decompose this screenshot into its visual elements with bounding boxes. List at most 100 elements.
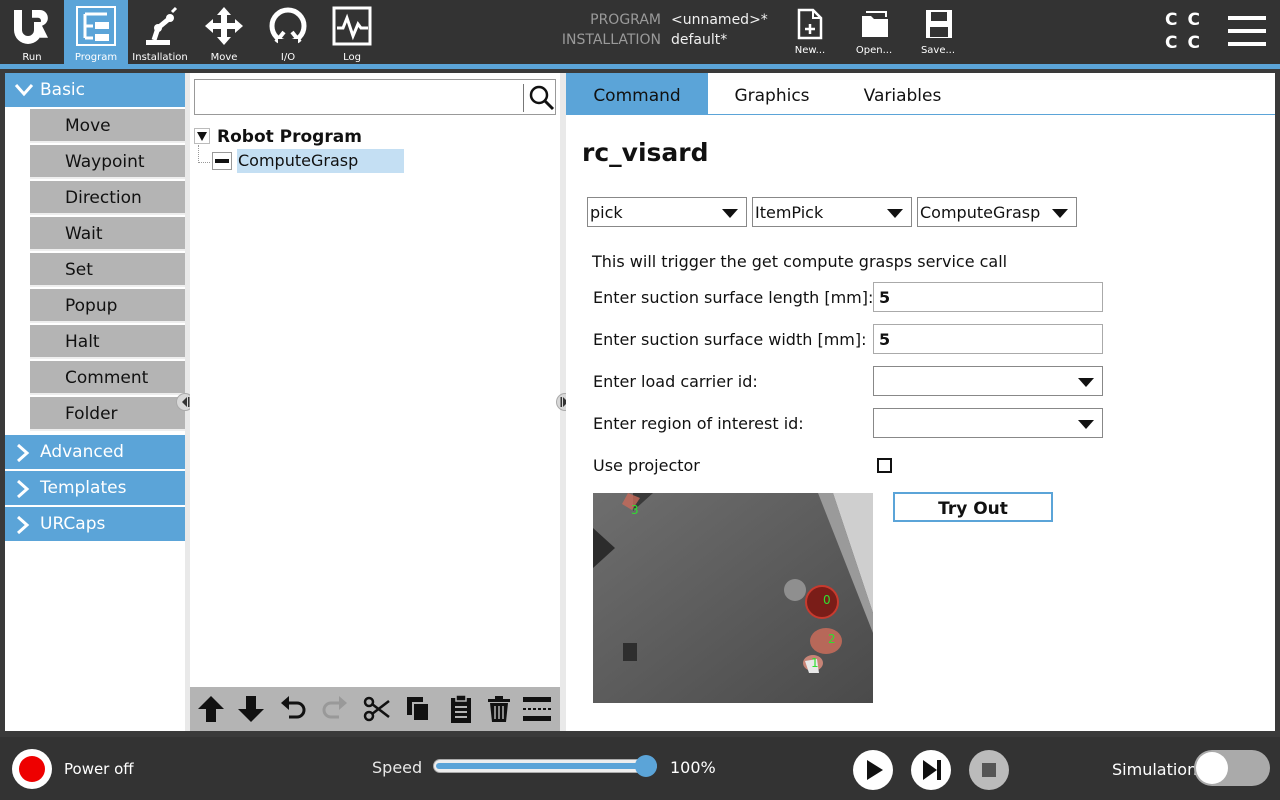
nav-log-button[interactable]: Log [320, 0, 384, 64]
nav-installation-button[interactable]: Installation [128, 0, 192, 64]
category-advanced[interactable]: Advanced [5, 435, 185, 469]
chevron-right-icon [17, 479, 30, 499]
load-carrier-select[interactable] [873, 366, 1103, 396]
log-chart-icon [332, 6, 372, 46]
nav-run-label: Run [22, 52, 42, 63]
dropdown-caret-icon [722, 209, 738, 218]
tree-toolbar [190, 687, 560, 731]
dropdown-caret-icon [1078, 420, 1094, 429]
speed-slider[interactable] [433, 759, 657, 773]
palette-item-set[interactable]: Set [30, 253, 185, 287]
power-button[interactable] [12, 749, 52, 789]
play-button[interactable] [853, 750, 893, 790]
palette-item-label: Folder [65, 404, 118, 424]
suction-length-field[interactable]: 5 [873, 282, 1103, 312]
category-templates[interactable]: Templates [5, 471, 185, 505]
undo-icon[interactable] [277, 693, 309, 725]
hamburger-menu-button[interactable] [1228, 14, 1266, 48]
palette-item-label: Direction [65, 188, 142, 208]
roi-select[interactable] [873, 408, 1103, 438]
tab-variables-label: Variables [863, 86, 942, 106]
palette-item-halt[interactable]: Halt [30, 325, 185, 359]
save-disk-icon [926, 10, 952, 38]
new-file-button[interactable]: New... [782, 0, 838, 64]
paste-icon[interactable] [445, 693, 477, 725]
stop-button[interactable] [969, 750, 1009, 790]
save-file-button[interactable]: Save... [910, 0, 966, 64]
suppress-icon[interactable] [521, 693, 553, 725]
open-file-button[interactable]: Open... [846, 0, 902, 64]
nav-move-button[interactable]: Move [192, 0, 256, 64]
service-select-value: ComputeGrasp [920, 203, 1041, 222]
ur-logo-icon [14, 10, 48, 44]
nav-program-button[interactable]: Program [64, 0, 128, 64]
mode-select[interactable]: pick [587, 197, 747, 227]
suction-width-field[interactable]: 5 [873, 324, 1103, 354]
dropdown-caret-icon [887, 209, 903, 218]
copy-icon[interactable] [403, 693, 435, 725]
category-advanced-label: Advanced [40, 442, 124, 462]
nav-run-button[interactable]: Run [0, 0, 64, 64]
tree-node-label: ComputeGrasp [238, 151, 359, 170]
program-node-palette: Basic Move Waypoint Direction Wait Set P… [5, 73, 185, 731]
load-carrier-label: Enter load carrier id: [593, 372, 758, 391]
redo-icon[interactable] [319, 693, 351, 725]
module-select[interactable]: ItemPick [752, 197, 912, 227]
installation-key: INSTALLATION [561, 32, 661, 48]
open-file-label: Open... [855, 45, 893, 56]
node-editor-panel: Command Graphics Variables rc_visard pic… [566, 73, 1275, 731]
delete-trash-icon[interactable] [483, 693, 515, 725]
nav-log-label: Log [343, 52, 361, 63]
chevron-right-icon [17, 443, 30, 463]
suction-width-label: Enter suction surface width [mm]: [593, 330, 867, 349]
service-select[interactable]: ComputeGrasp [917, 197, 1077, 227]
cut-icon[interactable] [361, 693, 393, 725]
camera-image: 0 1 2 3 [593, 493, 873, 703]
power-label[interactable]: Power off [64, 760, 134, 778]
roi-label: Enter region of interest id: [593, 414, 804, 433]
move-down-icon[interactable] [235, 693, 267, 725]
projector-checkbox[interactable] [877, 458, 892, 473]
palette-item-popup[interactable]: Popup [30, 289, 185, 323]
search-separator [523, 84, 524, 112]
node-title: rc_visard [582, 138, 709, 167]
palette-item-folder[interactable]: Folder [30, 397, 185, 431]
simulation-label: Simulation [1112, 760, 1198, 779]
speed-slider-fill [436, 763, 654, 769]
try-out-button[interactable]: Try Out [893, 492, 1053, 522]
tab-underline [566, 114, 1275, 115]
hamburger-menu-icon [1228, 16, 1266, 46]
palette-item-wait[interactable]: Wait [30, 217, 185, 251]
palette-item-label: Comment [65, 368, 149, 388]
tree-root-toggle[interactable] [194, 128, 210, 149]
category-basic[interactable]: Basic [5, 73, 185, 107]
tab-command[interactable]: Command [566, 73, 708, 115]
tab-variables[interactable]: Variables [836, 73, 969, 115]
speed-label: Speed [372, 758, 423, 777]
search-icon[interactable] [529, 85, 555, 111]
try-out-label: Try Out [938, 499, 1008, 519]
palette-item-move[interactable]: Move [30, 109, 185, 143]
step-button[interactable] [911, 750, 951, 790]
suction-length-value: 5 [879, 288, 891, 307]
speed-slider-knob[interactable] [635, 755, 657, 777]
tree-root-label[interactable]: Robot Program [217, 127, 362, 147]
palette-item-comment[interactable]: Comment [30, 361, 185, 395]
tab-graphics[interactable]: Graphics [708, 73, 836, 115]
palette-item-direction[interactable]: Direction [30, 181, 185, 215]
camera-image-graphic: 0 1 2 3 [593, 493, 873, 703]
grasp-label-1: 1 [811, 656, 819, 670]
palette-item-waypoint[interactable]: Waypoint [30, 145, 185, 179]
simulation-toggle[interactable] [1194, 750, 1270, 786]
palette-item-label: Waypoint [65, 152, 145, 172]
program-key: PROGRAM [590, 12, 661, 28]
category-urcaps[interactable]: URCaps [5, 507, 185, 541]
stop-icon [982, 763, 996, 777]
search-input[interactable] [194, 79, 556, 115]
dropdown-caret-icon [1052, 209, 1068, 218]
move-up-icon[interactable] [195, 693, 227, 725]
tree-node-selected[interactable]: ComputeGrasp [237, 149, 404, 173]
mode-select-value: pick [590, 203, 623, 222]
installation-name: default* [671, 32, 728, 48]
nav-io-button[interactable]: I/O [256, 0, 320, 64]
